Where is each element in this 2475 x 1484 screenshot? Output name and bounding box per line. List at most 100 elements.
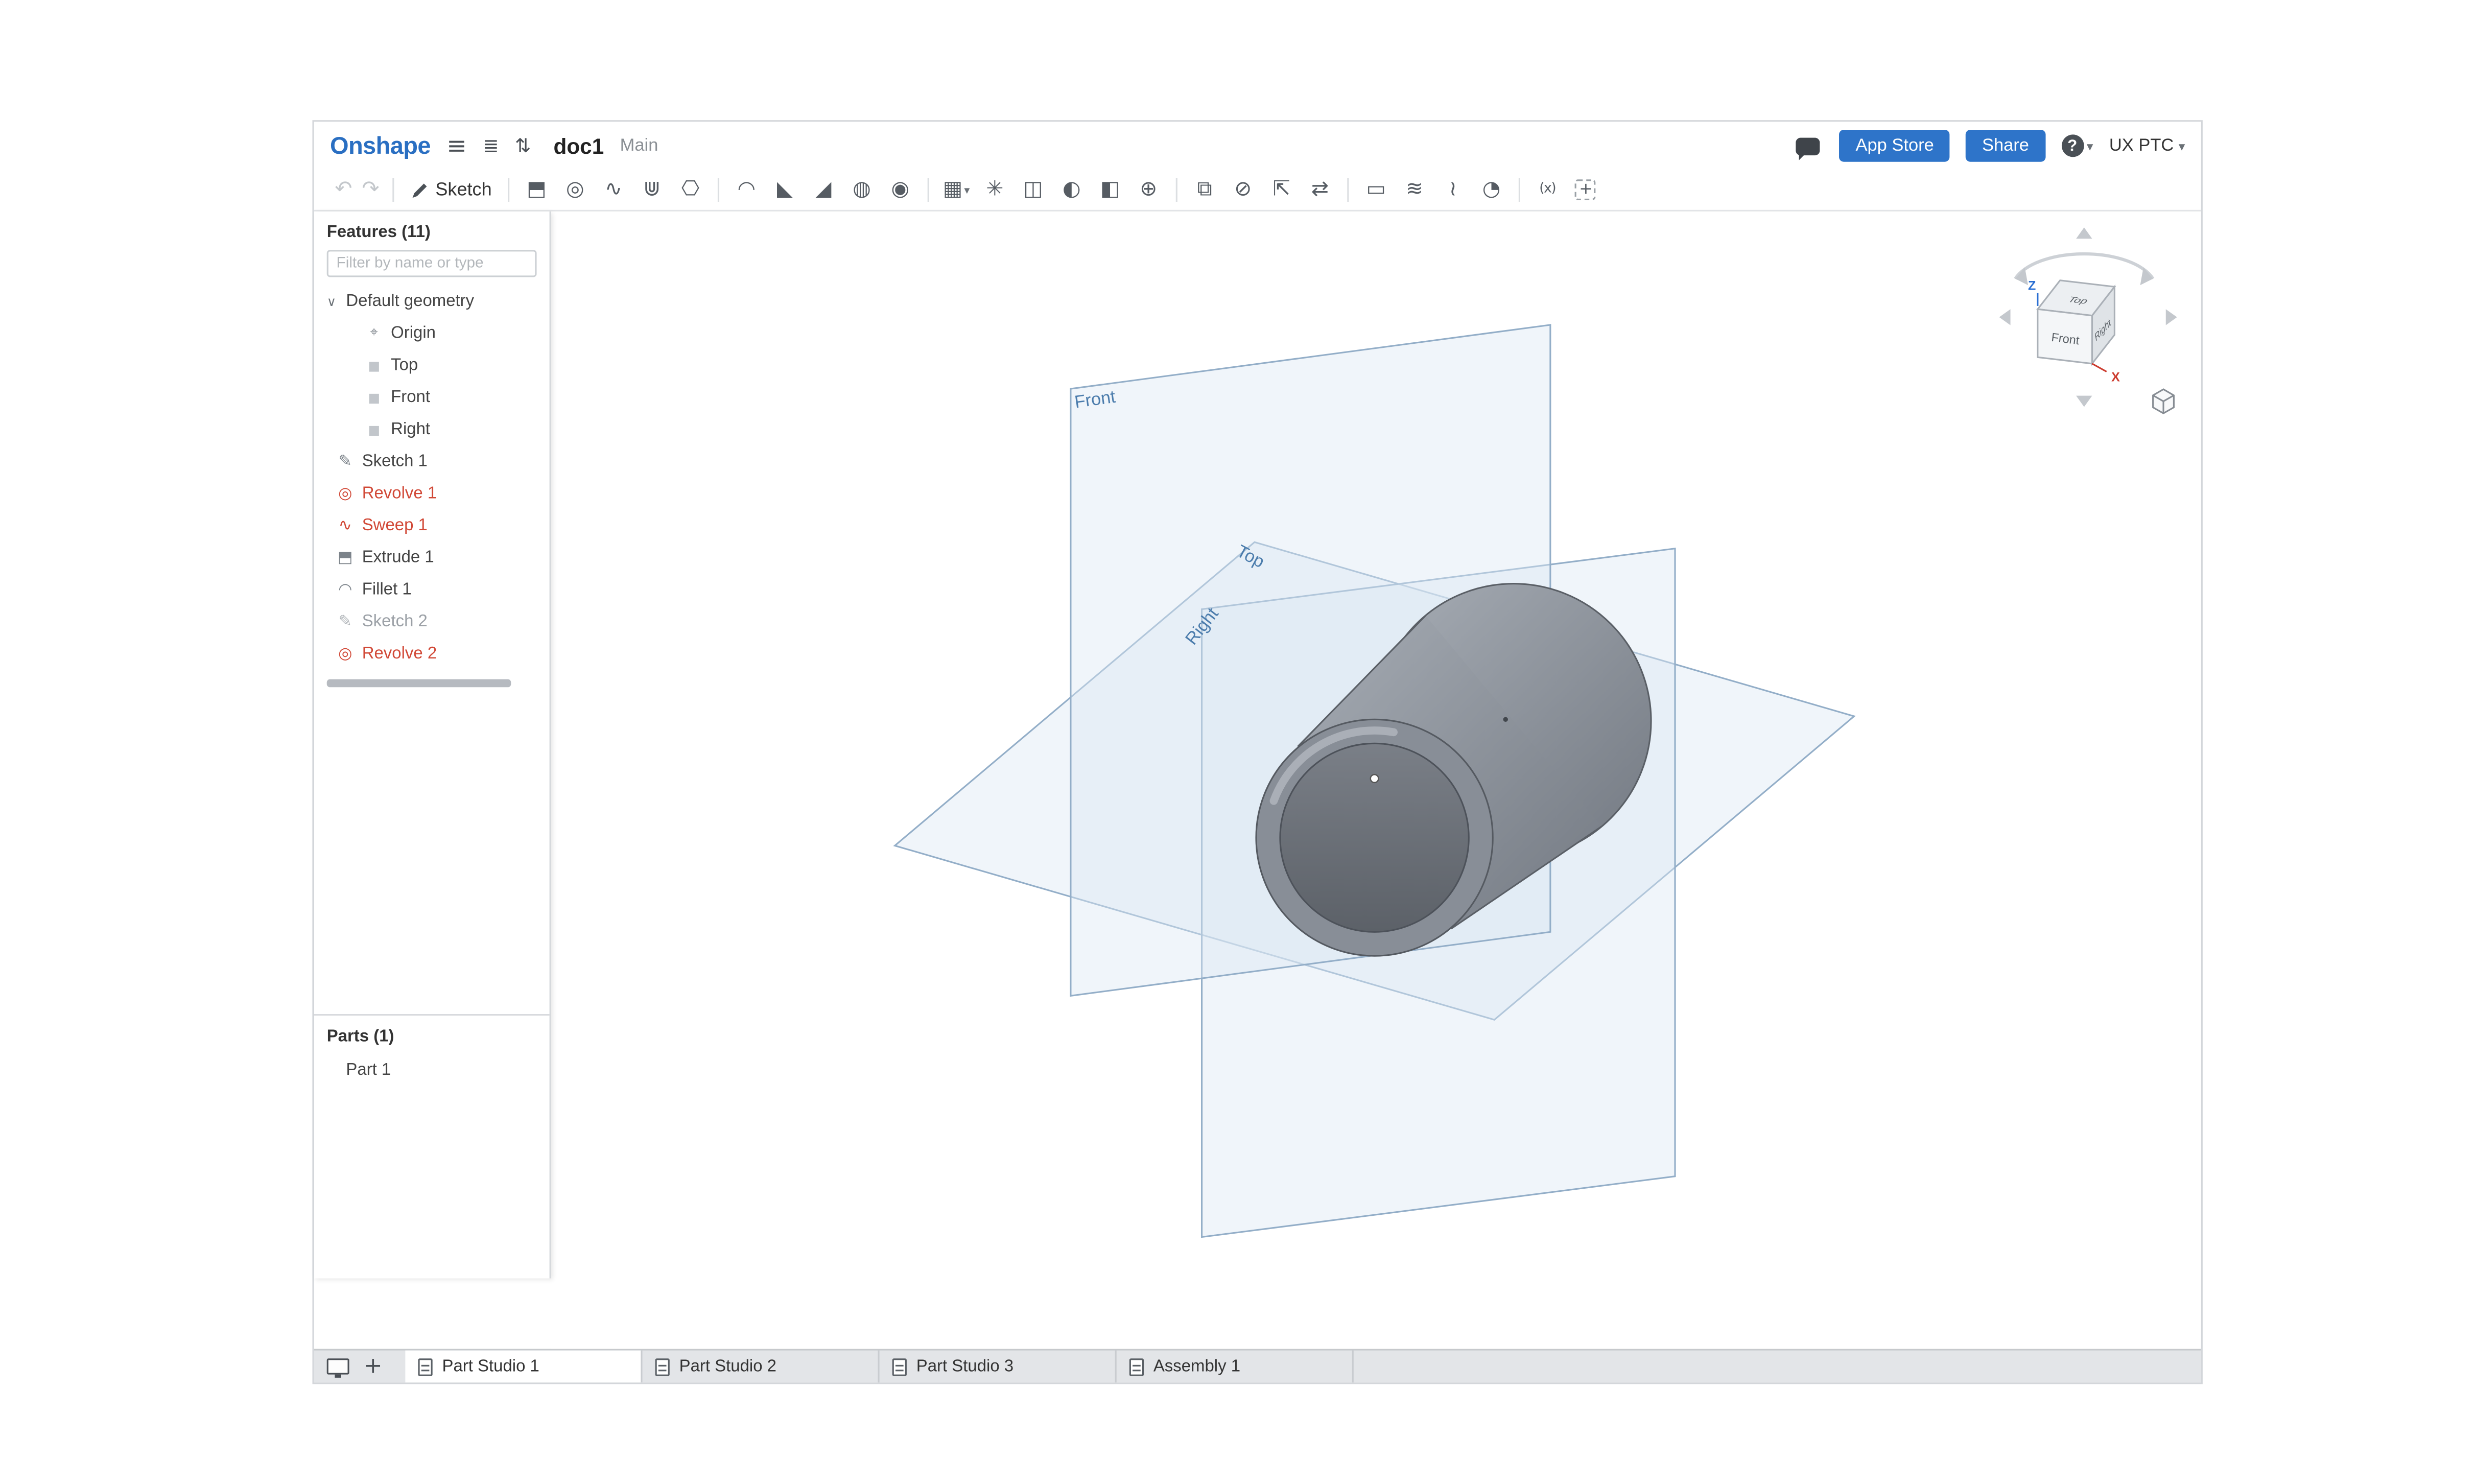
feature-item-origin[interactable]: ⌖ Origin — [314, 317, 550, 349]
helix-icon[interactable]: ≋ — [1399, 174, 1430, 206]
feature-label: Fillet 1 — [362, 580, 412, 599]
feature-item-front[interactable]: ■ Front — [314, 381, 550, 413]
fillet-icon[interactable]: ◠ — [731, 174, 762, 206]
rotate-right-icon[interactable] — [2165, 309, 2177, 325]
sketch-button[interactable]: Sketch — [410, 180, 492, 200]
help-icon[interactable]: ? — [2061, 134, 2084, 157]
document-title[interactable]: doc1 — [553, 134, 604, 158]
sketch-button-label: Sketch — [435, 180, 492, 200]
undo-icon[interactable]: ↶ — [335, 178, 352, 202]
pencil-icon — [412, 182, 427, 197]
replace-face-icon[interactable]: ⇄ — [1305, 174, 1335, 206]
feature-item-sketch-2[interactable]: ✎ Sketch 2 — [314, 605, 550, 638]
plane-icon[interactable]: ▭ — [1361, 174, 1392, 206]
feature-label: Right — [391, 419, 431, 439]
linear-pattern-icon[interactable]: ▦ ▾ — [941, 174, 972, 206]
feature-item-top[interactable]: ■ Top — [314, 349, 550, 382]
front-cap-face[interactable] — [1279, 742, 1470, 933]
revolve-icon[interactable]: ◎ — [560, 174, 591, 206]
extrude-icon[interactable]: ⬒ — [522, 174, 552, 206]
boolean-icon[interactable]: ◐ — [1056, 174, 1087, 206]
sweep-icon[interactable]: ∿ — [598, 174, 629, 206]
revolve-icon-glyph: ◎ — [565, 178, 584, 202]
redo-icon[interactable]: ↷ — [362, 178, 379, 202]
part-studio-icon — [892, 1357, 907, 1376]
vertex-point[interactable] — [1503, 717, 1508, 722]
variable-icon[interactable]: (x) — [1532, 174, 1563, 206]
project-curve-icon[interactable]: ◔ — [1476, 174, 1507, 206]
app-store-button[interactable]: App Store — [1840, 130, 1950, 162]
draft-icon-glyph: ◢ — [815, 178, 832, 202]
curve-icon[interactable]: ≀ — [1437, 174, 1468, 206]
tab-manager-icon[interactable] — [326, 1358, 349, 1378]
window-body: Features (11) ∨Default geometry ⌖ Origin ■ T… — [314, 211, 2201, 1349]
thicken-icon[interactable]: ⎔ — [675, 174, 706, 206]
versions-icon[interactable]: ≣ — [483, 134, 499, 157]
feature-label: Origin — [391, 323, 436, 343]
account-menu[interactable]: UX PTC ▾ — [2109, 136, 2185, 156]
offset-surface-icon[interactable]: ⧉ — [1189, 174, 1220, 206]
draft-icon[interactable]: ◢ — [808, 174, 839, 206]
move-face-icon[interactable]: ⇱ — [1266, 174, 1297, 206]
follow-mode-icon[interactable]: ⇅ — [515, 134, 531, 157]
tab-assembly-1[interactable]: Assembly 1 — [1117, 1350, 1354, 1383]
shell-icon[interactable]: ◍ — [846, 174, 877, 206]
new-tab-button[interactable]: + — [364, 1355, 383, 1378]
feature-toolbar: ↶ ↷ Sketch ⬒ ◎ ∿ ⋓ ⎔ ◠ ◣ ◢ ◍ ◉ ▦ ▾ ✳ ◫ ◐ ◧ ⊕ ⧉ ⊘ ⇱ ⇄ ▭ ≋ ≀ ◔ (x) + — [314, 170, 2201, 211]
feature-panel: Features (11) ∨Default geometry ⌖ Origin ■ T… — [314, 211, 551, 1279]
delete-face-icon-glyph: ⊘ — [1234, 178, 1252, 202]
graphics-viewport[interactable]: Front Top Right Top Front Right Z X — [551, 211, 2201, 1349]
feature-item-default-geometry[interactable]: ∨ Default geometry — [314, 285, 550, 317]
transform-icon[interactable]: ⊕ — [1134, 174, 1164, 206]
chamfer-icon[interactable]: ◣ — [770, 174, 800, 206]
origin-point[interactable] — [1370, 773, 1379, 784]
feature-item-sweep-1[interactable]: ∿ Sweep 1 — [314, 509, 550, 541]
offset-surface-icon-glyph: ⧉ — [1197, 178, 1212, 202]
feature-item-revolve-2[interactable]: ◎ Revolve 2 — [314, 638, 550, 670]
rotate-up-icon[interactable] — [2076, 227, 2092, 239]
delete-face-icon[interactable]: ⊘ — [1228, 174, 1259, 206]
feature-item-fillet-1[interactable]: ◠ Fillet 1 — [314, 574, 550, 606]
features-hscroll-thumb[interactable] — [326, 679, 511, 688]
shell-icon-glyph: ◍ — [853, 178, 871, 202]
feature-filter-input[interactable] — [326, 250, 537, 277]
featurescript-icon[interactable]: + — [1571, 174, 1601, 206]
features-hscrollbar — [323, 679, 539, 688]
feature-item-extrude-1[interactable]: ⬒ Extrude 1 — [314, 541, 550, 574]
tab-part-studio-1[interactable]: Part Studio 1 — [405, 1350, 643, 1383]
rotate-down-icon[interactable] — [2076, 395, 2092, 407]
loft-icon[interactable]: ⋓ — [637, 174, 667, 206]
toolbar-divider — [927, 178, 929, 202]
sweep-icon-glyph: ∿ — [604, 178, 623, 202]
feature-item-right[interactable]: ■ Right — [314, 413, 550, 445]
help-menu[interactable]: ? ▾ — [2061, 134, 2093, 157]
rotate-arc[interactable] — [2014, 252, 2155, 280]
circular-pattern-icon[interactable]: ✳ — [980, 174, 1010, 206]
linear-pattern-icon-glyph: ▦ — [942, 178, 963, 202]
mirror-icon[interactable]: ◫ — [1018, 174, 1049, 206]
chevron-down-icon: ▾ — [964, 183, 970, 197]
hole-icon-glyph: ◉ — [891, 178, 910, 202]
tab-part-studio-3[interactable]: Part Studio 3 — [880, 1350, 1117, 1383]
chevron-down-icon: ▾ — [2178, 138, 2185, 153]
part-item-part-1[interactable]: Part 1 — [314, 1054, 550, 1086]
tab-label: Part Studio 3 — [916, 1357, 1014, 1376]
feature-label: Default geometry — [346, 291, 475, 311]
onshape-logo[interactable]: Onshape — [330, 132, 431, 159]
circular-pattern-icon-glyph: ✳ — [986, 178, 1004, 202]
workspace-name[interactable]: Main — [620, 136, 658, 156]
isometric-view-button[interactable] — [2152, 388, 2175, 414]
rotate-left-icon[interactable] — [1999, 309, 2011, 325]
feature-item-revolve-1[interactable]: ◎ Revolve 1 — [314, 477, 550, 509]
split-icon[interactable]: ◧ — [1095, 174, 1125, 206]
feature-item-sketch-1[interactable]: ✎ Sketch 1 — [314, 445, 550, 478]
boolean-icon-glyph: ◐ — [1063, 178, 1081, 202]
tab-part-studio-2[interactable]: Part Studio 2 — [642, 1350, 880, 1383]
move-face-icon-glyph: ⇱ — [1272, 178, 1290, 202]
transform-icon-glyph: ⊕ — [1140, 178, 1158, 202]
share-button[interactable]: Share — [1966, 130, 2045, 162]
comments-icon[interactable] — [1796, 137, 1821, 160]
chevron-down-icon[interactable]: ∨ — [327, 294, 343, 308]
main-menu-icon[interactable]: ≡ — [446, 131, 466, 160]
hole-icon[interactable]: ◉ — [885, 174, 916, 206]
